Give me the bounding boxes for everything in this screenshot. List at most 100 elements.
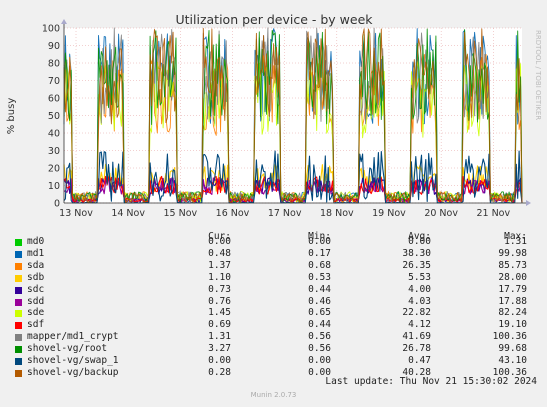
legend-min-value: 0.00 — [308, 236, 331, 247]
chart-canvas: Utilization per device - by week % busy … — [6, 12, 542, 219]
legend-min-value: 0.53 — [308, 271, 331, 283]
x-tick-label: 20 Nov — [424, 208, 458, 219]
legend-row: md0 0.00 0.00 0.00 1.31 — [0, 236, 547, 248]
legend-series-name: sdc — [27, 283, 45, 295]
legend-avg-value: 0.47 — [408, 355, 431, 366]
legend-series-name: sda — [27, 259, 45, 271]
legend-avg-value: 41.69 — [402, 331, 431, 343]
legend-series-name: sdd — [27, 295, 45, 307]
x-tick-label: 18 Nov — [320, 208, 354, 219]
legend-max-value: 99.68 — [498, 343, 527, 355]
legend-min-value: 0.65 — [308, 307, 331, 319]
x-tick-label: 19 Nov — [372, 208, 406, 219]
legend-row: sde 1.45 0.65 22.82 82.24 — [0, 307, 547, 319]
legend-row: mapper/md1_crypt 1.31 0.56 41.69 100.36 — [0, 331, 547, 343]
legend-avg-value: 4.00 — [408, 283, 431, 295]
legend-series-name: shovel-vg/root — [27, 343, 108, 355]
legend-max-value: 17.88 — [498, 295, 527, 307]
x-tick-label: 16 Nov — [216, 208, 250, 219]
legend-cur-value: 0.00 — [208, 236, 231, 247]
legend-min-value: 0.44 — [308, 283, 331, 295]
x-tick-label: 13 Nov — [59, 208, 93, 219]
legend-cur-value: 1.37 — [208, 259, 231, 271]
legend-row: sdb 1.10 0.53 5.53 28.00 — [0, 272, 547, 284]
legend-max-value: 85.73 — [498, 259, 527, 271]
legend-series-name: sdf — [27, 319, 45, 331]
legend-swatch — [15, 358, 22, 365]
legend-swatch — [15, 346, 22, 354]
legend-swatch — [15, 274, 22, 282]
legend-max-value: 17.79 — [498, 283, 527, 295]
legend-cur-value: 0.00 — [208, 355, 231, 366]
legend-swatch — [15, 239, 22, 246]
legend-min-value: 0.46 — [308, 295, 331, 307]
legend-row: sdc 0.73 0.44 4.00 17.79 — [0, 284, 547, 296]
legend-series-name: md1 — [27, 247, 45, 259]
legend-min-value: 0.17 — [308, 247, 331, 259]
legend-avg-value: 26.78 — [402, 343, 431, 355]
legend-row: sda 1.37 0.68 26.35 85.73 — [0, 260, 547, 272]
legend-cur-value: 3.27 — [208, 343, 231, 355]
y-tick-label: 90 — [48, 41, 60, 52]
legend-cur-value: 0.48 — [208, 247, 231, 259]
legend-swatch — [15, 310, 22, 318]
legend-row: shovel-vg/root 3.27 0.56 26.78 99.68 — [0, 343, 547, 355]
legend-row: md1 0.48 0.17 38.30 99.98 — [0, 248, 547, 260]
legend-min-value: 0.00 — [308, 355, 331, 366]
legend-min-value: 0.56 — [308, 343, 331, 355]
legend-max-value: 43.10 — [498, 355, 527, 366]
legend-cur-value: 0.76 — [208, 295, 231, 307]
rrdtool-watermark: RRDTOOL / TOBI OETIKER — [534, 30, 542, 120]
x-tick-label: 17 Nov — [268, 208, 302, 219]
legend-series-name: mapper/md1_crypt — [27, 331, 119, 343]
y-axis-arrow — [61, 19, 67, 24]
x-tick-label: 21 Nov — [476, 208, 510, 219]
legend-max-value: 1.31 — [504, 236, 527, 247]
legend-cur-value: 0.69 — [208, 319, 231, 331]
y-tick-label: 50 — [48, 111, 60, 122]
legend-avg-value: 22.82 — [402, 307, 431, 319]
legend-avg-value: 38.30 — [402, 247, 431, 259]
y-tick-label: 100 — [42, 24, 60, 35]
legend-swatch — [15, 250, 22, 258]
legend-cur-value: 0.73 — [208, 283, 231, 295]
legend-swatch — [15, 322, 22, 330]
legend-swatch — [15, 334, 22, 342]
legend-max-value: 99.98 — [498, 247, 527, 259]
legend-max-value: 28.00 — [498, 271, 527, 283]
y-tick-label: 80 — [48, 59, 60, 70]
legend-row: sdd 0.76 0.46 4.03 17.88 — [0, 296, 547, 308]
legend-avg-value: 4.12 — [408, 319, 431, 331]
legend-cur-value: 1.10 — [208, 271, 231, 283]
legend-cur-value: 1.31 — [208, 331, 231, 343]
legend-max-value: 82.24 — [498, 307, 527, 319]
legend-cur-value: 1.45 — [208, 307, 231, 319]
legend-avg-value: 26.35 — [402, 259, 431, 271]
legend-row: shovel-vg/swap_1 0.00 0.00 0.47 43.10 — [0, 355, 547, 367]
y-axis-label: % busy — [6, 98, 17, 135]
legend-row: sdf 0.69 0.44 4.12 19.10 — [0, 319, 547, 331]
legend-max-value: 19.10 — [498, 319, 527, 331]
x-tick-label: 15 Nov — [163, 208, 197, 219]
legend-swatch — [15, 262, 22, 270]
legend-avg-value: 4.03 — [408, 295, 431, 307]
y-tick-label: 20 — [48, 164, 60, 175]
legend-series-name: sde — [27, 307, 45, 319]
munin-version: Munin 2.0.73 — [250, 391, 297, 399]
y-tick-label: 10 — [48, 181, 60, 192]
y-tick-label: 30 — [48, 146, 60, 157]
legend-avg-value: 0.00 — [408, 236, 431, 247]
legend-swatch — [15, 298, 22, 306]
chart-title: Utilization per device - by week — [175, 12, 373, 27]
legend-min-value: 0.68 — [308, 259, 331, 271]
legend-series-name: shovel-vg/swap_1 — [27, 355, 119, 366]
x-tick-label: 14 Nov — [111, 208, 145, 219]
y-tick-label: 70 — [48, 76, 60, 87]
y-tick-label: 40 — [48, 129, 60, 140]
legend-swatch — [15, 286, 22, 294]
legend-max-value: 100.36 — [492, 331, 527, 343]
legend-min-value: 0.56 — [308, 331, 331, 343]
x-axis-arrow — [526, 200, 531, 206]
y-tick-label: 60 — [48, 94, 60, 105]
legend-series-name: sdb — [27, 271, 45, 283]
